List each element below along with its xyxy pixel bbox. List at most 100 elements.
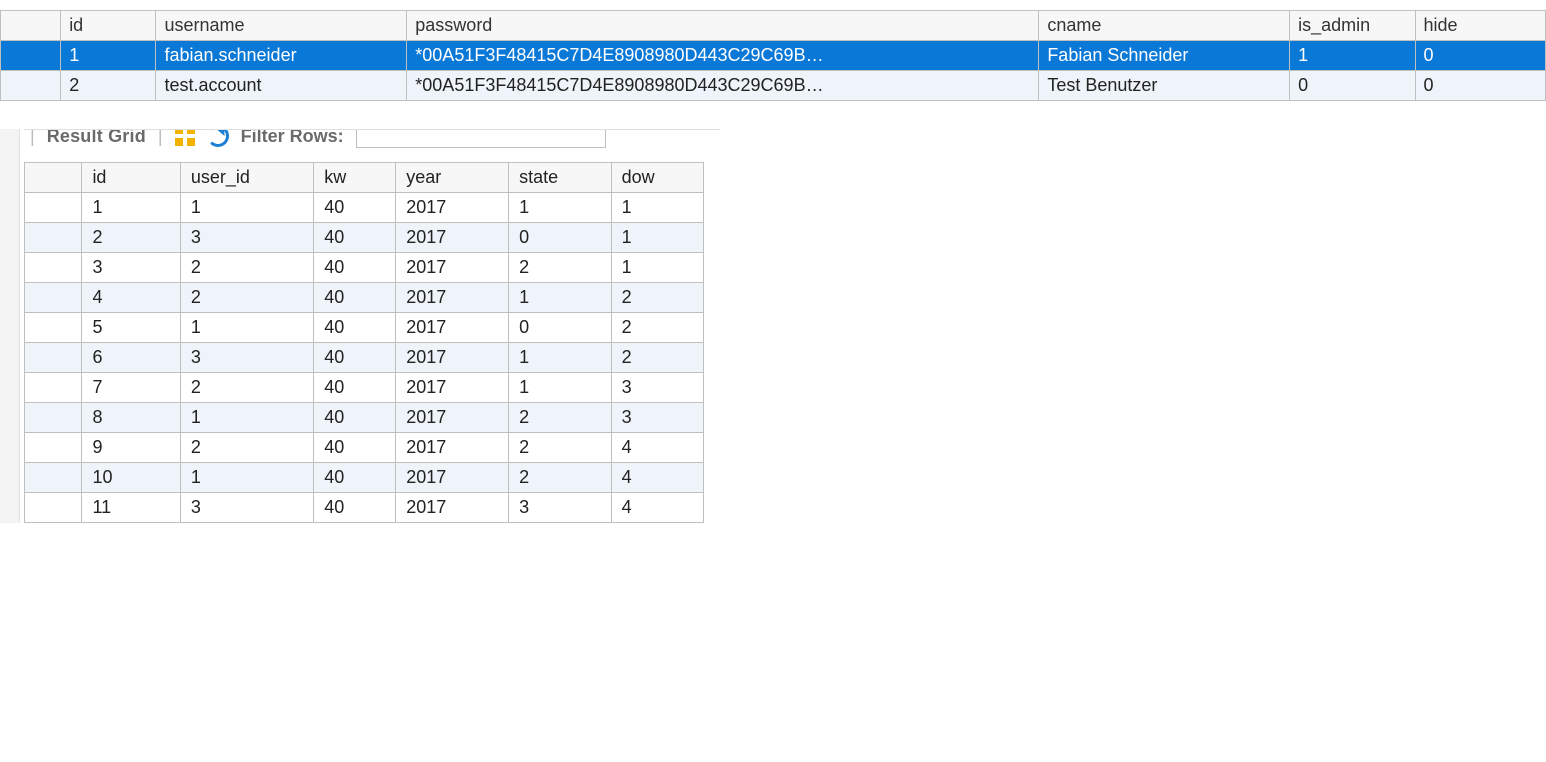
cell-id[interactable]: 9 (82, 433, 180, 463)
cell-password[interactable]: *00A51F3F48415C7D4E8908980D443C29C69B… (407, 71, 1039, 101)
table-row[interactable]: 1fabian.schneider*00A51F3F48415C7D4E8908… (1, 41, 1546, 71)
cell-isadmin[interactable]: 0 (1290, 71, 1415, 101)
cell-cname[interactable]: Fabian Schneider (1039, 41, 1290, 71)
cell-state[interactable]: 2 (509, 463, 612, 493)
cell-kw[interactable]: 40 (314, 493, 396, 523)
cell-year[interactable]: 2017 (396, 253, 509, 283)
cell-state[interactable]: 2 (509, 253, 612, 283)
cell-id[interactable]: 8 (82, 403, 180, 433)
records-col-dow[interactable]: dow (611, 163, 703, 193)
cell-year[interactable]: 2017 (396, 283, 509, 313)
rownum-cell[interactable] (25, 493, 82, 523)
users-rownum-header[interactable] (1, 11, 61, 41)
cell-userid[interactable]: 2 (180, 373, 313, 403)
rownum-cell[interactable] (25, 373, 82, 403)
records-rownum-header[interactable] (25, 163, 82, 193)
table-row[interactable]: 3240201721 (25, 253, 704, 283)
rownum-cell[interactable] (25, 343, 82, 373)
rownum-cell[interactable] (25, 223, 82, 253)
users-table[interactable]: id username password cname is_admin hide… (0, 10, 1546, 101)
table-row[interactable]: 7240201713 (25, 373, 704, 403)
cell-id[interactable]: 2 (82, 223, 180, 253)
table-row[interactable]: 2340201701 (25, 223, 704, 253)
cell-state[interactable]: 1 (509, 343, 612, 373)
refresh-icon[interactable] (207, 129, 229, 147)
table-row[interactable]: 6340201712 (25, 343, 704, 373)
cell-userid[interactable]: 1 (180, 403, 313, 433)
cell-kw[interactable]: 40 (314, 463, 396, 493)
users-col-isadmin[interactable]: is_admin (1290, 11, 1415, 41)
cell-year[interactable]: 2017 (396, 223, 509, 253)
cell-dow[interactable]: 1 (611, 253, 703, 283)
cell-cname[interactable]: Test Benutzer (1039, 71, 1290, 101)
cell-userid[interactable]: 1 (180, 463, 313, 493)
cell-year[interactable]: 2017 (396, 193, 509, 223)
cell-year[interactable]: 2017 (396, 493, 509, 523)
table-row[interactable]: 10140201724 (25, 463, 704, 493)
table-row[interactable]: 8140201723 (25, 403, 704, 433)
cell-kw[interactable]: 40 (314, 343, 396, 373)
cell-kw[interactable]: 40 (314, 193, 396, 223)
users-col-username[interactable]: username (156, 11, 407, 41)
cell-userid[interactable]: 1 (180, 313, 313, 343)
cell-userid[interactable]: 2 (180, 253, 313, 283)
cell-year[interactable]: 2017 (396, 373, 509, 403)
rownum-cell[interactable] (25, 253, 82, 283)
table-row[interactable]: 5140201702 (25, 313, 704, 343)
filter-rows-input[interactable] (356, 129, 606, 148)
records-col-id[interactable]: id (82, 163, 180, 193)
rownum-cell[interactable] (25, 403, 82, 433)
records-col-state[interactable]: state (509, 163, 612, 193)
cell-state[interactable]: 1 (509, 283, 612, 313)
table-row[interactable]: 11340201734 (25, 493, 704, 523)
rownum-cell[interactable] (25, 283, 82, 313)
table-row[interactable]: 2test.account*00A51F3F48415C7D4E8908980D… (1, 71, 1546, 101)
cell-state[interactable]: 1 (509, 193, 612, 223)
cell-state[interactable]: 1 (509, 373, 612, 403)
cell-year[interactable]: 2017 (396, 463, 509, 493)
cell-year[interactable]: 2017 (396, 433, 509, 463)
cell-dow[interactable]: 1 (611, 223, 703, 253)
cell-state[interactable]: 0 (509, 223, 612, 253)
cell-id[interactable]: 11 (82, 493, 180, 523)
cell-dow[interactable]: 2 (611, 313, 703, 343)
records-col-year[interactable]: year (396, 163, 509, 193)
cell-id[interactable]: 10 (82, 463, 180, 493)
rownum-cell[interactable] (25, 433, 82, 463)
cell-dow[interactable]: 3 (611, 403, 703, 433)
cell-id[interactable]: 6 (82, 343, 180, 373)
rownum-cell[interactable] (25, 313, 82, 343)
users-col-cname[interactable]: cname (1039, 11, 1290, 41)
cell-state[interactable]: 2 (509, 433, 612, 463)
rownum-cell[interactable] (1, 71, 61, 101)
cell-id[interactable]: 7 (82, 373, 180, 403)
users-col-id[interactable]: id (61, 11, 156, 41)
cell-userid[interactable]: 2 (180, 433, 313, 463)
rownum-cell[interactable] (1, 41, 61, 71)
grid-view-icon[interactable] (175, 129, 195, 146)
cell-state[interactable]: 2 (509, 403, 612, 433)
rownum-cell[interactable] (25, 463, 82, 493)
cell-kw[interactable]: 40 (314, 433, 396, 463)
table-row[interactable]: 4240201712 (25, 283, 704, 313)
cell-id[interactable]: 3 (82, 253, 180, 283)
cell-id[interactable]: 4 (82, 283, 180, 313)
cell-dow[interactable]: 4 (611, 493, 703, 523)
cell-userid[interactable]: 3 (180, 493, 313, 523)
cell-kw[interactable]: 40 (314, 313, 396, 343)
cell-dow[interactable]: 3 (611, 373, 703, 403)
cell-dow[interactable]: 4 (611, 463, 703, 493)
cell-dow[interactable]: 2 (611, 343, 703, 373)
cell-id[interactable]: 1 (82, 193, 180, 223)
cell-dow[interactable]: 4 (611, 433, 703, 463)
records-table[interactable]: id user_id kw year state dow 11402017112… (24, 162, 704, 523)
cell-kw[interactable]: 40 (314, 253, 396, 283)
records-col-userid[interactable]: user_id (180, 163, 313, 193)
cell-state[interactable]: 3 (509, 493, 612, 523)
cell-password[interactable]: *00A51F3F48415C7D4E8908980D443C29C69B… (407, 41, 1039, 71)
cell-userid[interactable]: 1 (180, 193, 313, 223)
cell-year[interactable]: 2017 (396, 343, 509, 373)
cell-kw[interactable]: 40 (314, 223, 396, 253)
users-col-hide[interactable]: hide (1415, 11, 1546, 41)
users-col-password[interactable]: password (407, 11, 1039, 41)
